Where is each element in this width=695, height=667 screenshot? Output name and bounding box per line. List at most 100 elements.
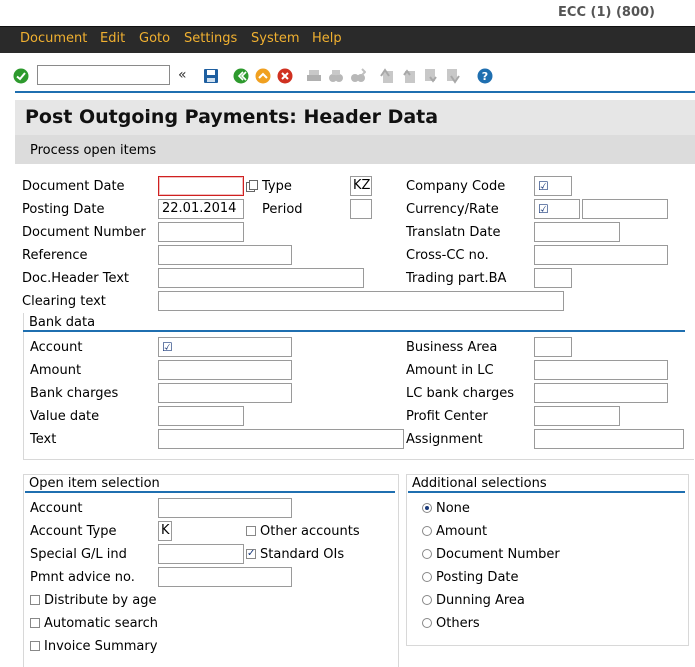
account-type-field[interactable]: K	[158, 521, 172, 541]
radio-none-label: None	[436, 501, 470, 516]
find-next-icon	[351, 68, 366, 82]
value-date-field[interactable]	[158, 406, 244, 426]
translatn-date-label: Translatn Date	[406, 225, 501, 240]
input-help-icon[interactable]	[246, 180, 258, 192]
radio-others-label: Others	[436, 616, 480, 631]
currency-rate-label: Currency/Rate	[406, 202, 499, 217]
doc-header-text-label: Doc.Header Text	[22, 271, 130, 286]
invoice-summary-label: Invoice Summary	[44, 639, 158, 654]
pmnt-advice-no-label: Pmnt advice no.	[30, 570, 135, 585]
automatic-search-checkbox[interactable]	[30, 618, 40, 628]
text-label: Text	[30, 432, 57, 447]
lc-bank-charges-field[interactable]	[534, 383, 668, 403]
company-code-label: Company Code	[406, 179, 506, 194]
additional-selections-divider	[408, 491, 685, 493]
trading-part-ba-field[interactable]	[534, 268, 572, 288]
period-field[interactable]	[350, 199, 372, 219]
command-field[interactable]	[37, 65, 170, 85]
svg-text:?: ?	[482, 70, 488, 83]
business-area-label: Business Area	[406, 340, 498, 355]
document-number-field[interactable]	[158, 222, 244, 242]
back-icon[interactable]	[233, 68, 249, 84]
radio-posting-date[interactable]	[422, 572, 432, 582]
required-icon: ☑	[538, 202, 549, 216]
page-title: Post Outgoing Payments: Header Data	[25, 106, 439, 128]
save-icon[interactable]	[203, 68, 219, 84]
doc-header-text-field[interactable]	[158, 268, 364, 288]
system-info: ECC (1) (800)	[558, 5, 655, 20]
translatn-date-field[interactable]	[534, 222, 620, 242]
additional-selections-title: Additional selections	[412, 476, 547, 491]
special-gl-ind-field[interactable]	[158, 544, 244, 564]
type-field[interactable]: KZ	[350, 176, 372, 196]
required-icon: ☑	[538, 179, 549, 193]
trading-part-ba-label: Trading part.BA	[406, 271, 507, 286]
title-bar: ECC (1) (800)	[0, 0, 695, 26]
standard-ois-checkbox[interactable]: ✓	[246, 549, 256, 559]
required-icon: ☑	[162, 340, 173, 354]
bank-data-divider	[23, 330, 685, 332]
text-field[interactable]	[158, 429, 404, 449]
assignment-field[interactable]	[534, 429, 684, 449]
special-gl-ind-label: Special G/L ind	[30, 547, 127, 562]
other-accounts-label: Other accounts	[260, 524, 360, 539]
cancel-icon[interactable]	[277, 68, 293, 84]
radio-dunning-area-label: Dunning Area	[436, 593, 525, 608]
exit-icon[interactable]	[255, 68, 271, 84]
amount-field[interactable]	[158, 360, 292, 380]
posting-date-field[interactable]: 22.01.2014	[158, 199, 244, 219]
company-code-field[interactable]: ☑	[534, 176, 572, 196]
posting-date-label: Posting Date	[22, 202, 105, 217]
radio-amount-label: Amount	[436, 524, 488, 539]
menu-help[interactable]: Help	[312, 31, 342, 46]
exchange-rate-field[interactable]	[582, 199, 668, 219]
bank-charges-label: Bank charges	[30, 386, 119, 401]
radio-others[interactable]	[422, 618, 432, 628]
invoice-summary-checkbox[interactable]	[30, 641, 40, 651]
radio-none[interactable]	[422, 503, 432, 513]
oi-account-label: Account	[30, 501, 83, 516]
bank-account-field[interactable]: ☑	[158, 337, 292, 357]
radio-document-number[interactable]	[422, 549, 432, 559]
previous-page-icon	[403, 69, 415, 83]
print-icon	[307, 70, 321, 81]
radio-dunning-area[interactable]	[422, 595, 432, 605]
account-type-label: Account Type	[30, 524, 117, 539]
value-date-label: Value date	[30, 409, 100, 424]
amount-in-lc-field[interactable]	[534, 360, 668, 380]
assignment-label: Assignment	[406, 432, 483, 447]
collapse-command-icon[interactable]: «	[178, 67, 187, 83]
reference-field[interactable]	[158, 245, 292, 265]
menu-bar: Document Edit Goto Settings System Help	[0, 26, 695, 53]
amount-label: Amount	[30, 363, 82, 378]
clearing-text-field[interactable]	[158, 291, 564, 311]
document-number-label: Document Number	[22, 225, 146, 240]
process-open-items-button[interactable]: Process open items	[30, 143, 156, 158]
open-item-selection-divider	[25, 491, 395, 493]
document-date-field[interactable]	[158, 176, 244, 196]
currency-field[interactable]: ☑	[534, 199, 580, 219]
radio-amount[interactable]	[422, 526, 432, 536]
automatic-search-label: Automatic search	[44, 616, 158, 631]
distribute-by-age-checkbox[interactable]	[30, 595, 40, 605]
distribute-by-age-label: Distribute by age	[44, 593, 157, 608]
cross-cc-no-field[interactable]	[534, 245, 668, 265]
menu-document[interactable]: Document	[20, 31, 87, 46]
profit-center-field[interactable]	[534, 406, 620, 426]
menu-system[interactable]: System	[251, 31, 299, 46]
pmnt-advice-no-field[interactable]	[158, 567, 292, 587]
help-icon[interactable]: ?	[477, 68, 493, 84]
business-area-field[interactable]	[534, 337, 572, 357]
bank-charges-field[interactable]	[158, 383, 292, 403]
enter-icon[interactable]	[13, 68, 29, 84]
bank-account-label: Account	[30, 340, 83, 355]
other-accounts-checkbox[interactable]	[246, 526, 256, 536]
next-page-icon	[425, 69, 437, 83]
menu-edit[interactable]: Edit	[100, 31, 125, 46]
find-icon	[329, 70, 343, 82]
oi-account-field[interactable]	[158, 498, 292, 518]
menu-settings[interactable]: Settings	[184, 31, 237, 46]
standard-ois-label: Standard OIs	[260, 547, 345, 562]
reference-label: Reference	[22, 248, 88, 263]
menu-goto[interactable]: Goto	[139, 31, 170, 46]
